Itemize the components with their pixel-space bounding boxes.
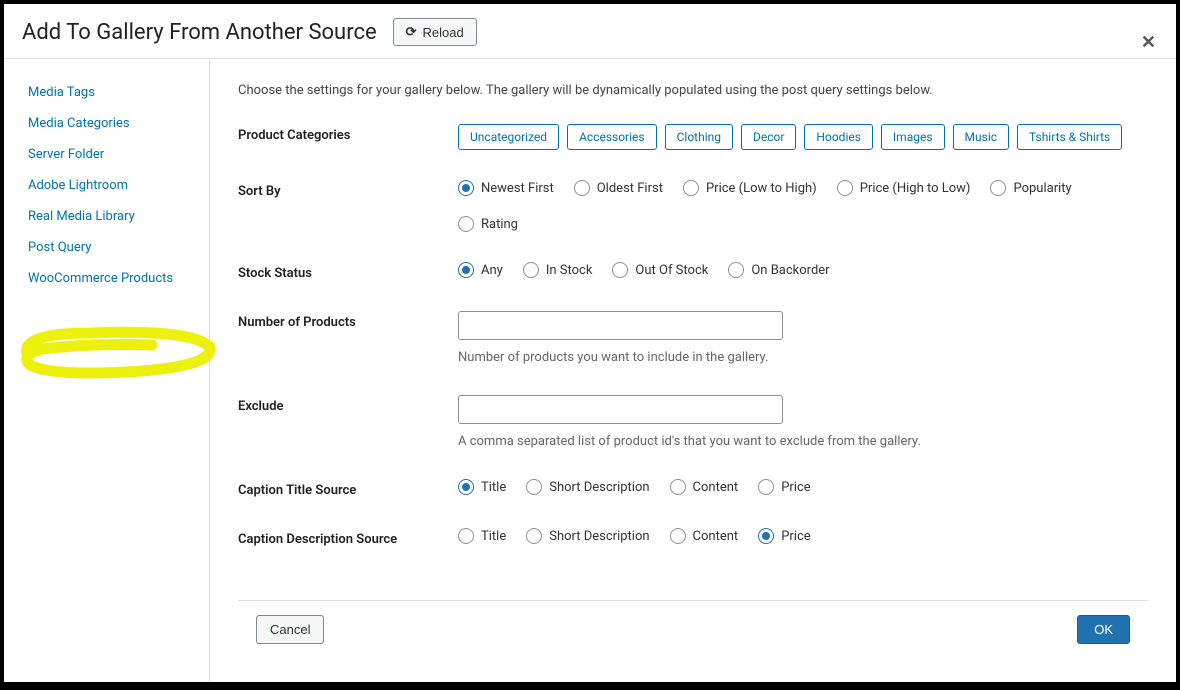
modal-dialog: Add To Gallery From Another Source ⟳ Rel… bbox=[4, 4, 1176, 682]
sidebar-item-media-categories[interactable]: Media Categories bbox=[4, 108, 209, 139]
help-exclude: A comma separated list of product id's t… bbox=[458, 434, 1148, 449]
modal-title: Add To Gallery From Another Source bbox=[22, 20, 377, 45]
radio-cd-short-desc[interactable]: Short Description bbox=[526, 528, 649, 544]
radio-rating[interactable]: Rating bbox=[458, 216, 518, 232]
radio-cd-content[interactable]: Content bbox=[670, 528, 739, 544]
number-of-products-input[interactable] bbox=[458, 311, 783, 340]
sidebar-item-woocommerce-products[interactable]: WooCommerce Products bbox=[4, 263, 209, 294]
row-stock-status: Stock Status Any In Stock Out Of Stock O… bbox=[238, 262, 1148, 281]
radio-ct-short-desc[interactable]: Short Description bbox=[526, 479, 649, 495]
sidebar-item-server-folder[interactable]: Server Folder bbox=[4, 139, 209, 170]
radio-price-high-low[interactable]: Price (High to Low) bbox=[837, 180, 971, 196]
footer: Cancel OK bbox=[238, 600, 1148, 658]
label-product-categories: Product Categories bbox=[238, 124, 458, 143]
chip-decor[interactable]: Decor bbox=[741, 124, 796, 150]
reload-label: Reload bbox=[423, 25, 464, 40]
highlight-annotation bbox=[12, 325, 218, 381]
radio-ct-title[interactable]: Title bbox=[458, 479, 506, 495]
row-product-categories: Product Categories Uncategorized Accesso… bbox=[238, 124, 1148, 150]
radio-ct-price[interactable]: Price bbox=[758, 479, 810, 495]
caption-title-group: Title Short Description Content Price bbox=[458, 479, 1148, 495]
sidebar-item-post-query[interactable]: Post Query bbox=[4, 232, 209, 263]
stock-status-group: Any In Stock Out Of Stock On Backorder bbox=[458, 262, 1148, 278]
content-panel: Choose the settings for your gallery bel… bbox=[210, 59, 1176, 682]
row-sort-by: Sort By Newest First Oldest First Price … bbox=[238, 180, 1148, 232]
reload-icon: ⟳ bbox=[406, 24, 417, 40]
label-caption-title-source: Caption Title Source bbox=[238, 479, 458, 498]
label-number-of-products: Number of Products bbox=[238, 311, 458, 330]
caption-desc-group: Title Short Description Content Price bbox=[458, 528, 1148, 544]
close-icon[interactable]: ✕ bbox=[1141, 32, 1156, 53]
radio-in-stock[interactable]: In Stock bbox=[523, 262, 593, 278]
radio-ct-content[interactable]: Content bbox=[670, 479, 739, 495]
label-exclude: Exclude bbox=[238, 395, 458, 414]
sidebar-item-adobe-lightroom[interactable]: Adobe Lightroom bbox=[4, 170, 209, 201]
sidebar-item-real-media-library[interactable]: Real Media Library bbox=[4, 201, 209, 232]
chip-music[interactable]: Music bbox=[953, 124, 1009, 150]
radio-cd-price[interactable]: Price bbox=[758, 528, 810, 544]
row-exclude: Exclude A comma separated list of produc… bbox=[238, 395, 1148, 449]
radio-oldest-first[interactable]: Oldest First bbox=[574, 180, 663, 196]
chip-tshirts[interactable]: Tshirts & Shirts bbox=[1017, 124, 1122, 150]
sidebar-item-media-tags[interactable]: Media Tags bbox=[4, 77, 209, 108]
radio-popularity[interactable]: Popularity bbox=[990, 180, 1071, 196]
help-number-of-products: Number of products you want to include i… bbox=[458, 350, 1148, 365]
product-categories-group: Uncategorized Accessories Clothing Decor… bbox=[458, 124, 1148, 150]
radio-on-backorder[interactable]: On Backorder bbox=[728, 262, 829, 278]
radio-newest-first[interactable]: Newest First bbox=[458, 180, 554, 196]
row-caption-title-source: Caption Title Source Title Short Descrip… bbox=[238, 479, 1148, 498]
chip-images[interactable]: Images bbox=[881, 124, 945, 150]
ok-button[interactable]: OK bbox=[1077, 615, 1130, 644]
label-sort-by: Sort By bbox=[238, 180, 458, 199]
row-caption-description-source: Caption Description Source Title Short D… bbox=[238, 528, 1148, 547]
cancel-button[interactable]: Cancel bbox=[256, 615, 324, 644]
chip-hoodies[interactable]: Hoodies bbox=[804, 124, 873, 150]
label-stock-status: Stock Status bbox=[238, 262, 458, 281]
radio-price-low-high[interactable]: Price (Low to High) bbox=[683, 180, 817, 196]
sort-by-group: Newest First Oldest First Price (Low to … bbox=[458, 180, 1148, 232]
radio-any[interactable]: Any bbox=[458, 262, 503, 278]
chip-clothing[interactable]: Clothing bbox=[665, 124, 733, 150]
chip-uncategorized[interactable]: Uncategorized bbox=[458, 124, 559, 150]
modal-header: Add To Gallery From Another Source ⟳ Rel… bbox=[4, 4, 1176, 59]
sidebar: Media Tags Media Categories Server Folde… bbox=[4, 59, 210, 682]
row-number-of-products: Number of Products Number of products yo… bbox=[238, 311, 1148, 365]
label-caption-description-source: Caption Description Source bbox=[238, 528, 458, 547]
modal-body: Media Tags Media Categories Server Folde… bbox=[4, 59, 1176, 682]
chip-accessories[interactable]: Accessories bbox=[567, 124, 657, 150]
radio-out-of-stock[interactable]: Out Of Stock bbox=[612, 262, 708, 278]
radio-cd-title[interactable]: Title bbox=[458, 528, 506, 544]
exclude-input[interactable] bbox=[458, 395, 783, 424]
intro-text: Choose the settings for your gallery bel… bbox=[238, 83, 1148, 98]
reload-button[interactable]: ⟳ Reload bbox=[393, 18, 477, 46]
